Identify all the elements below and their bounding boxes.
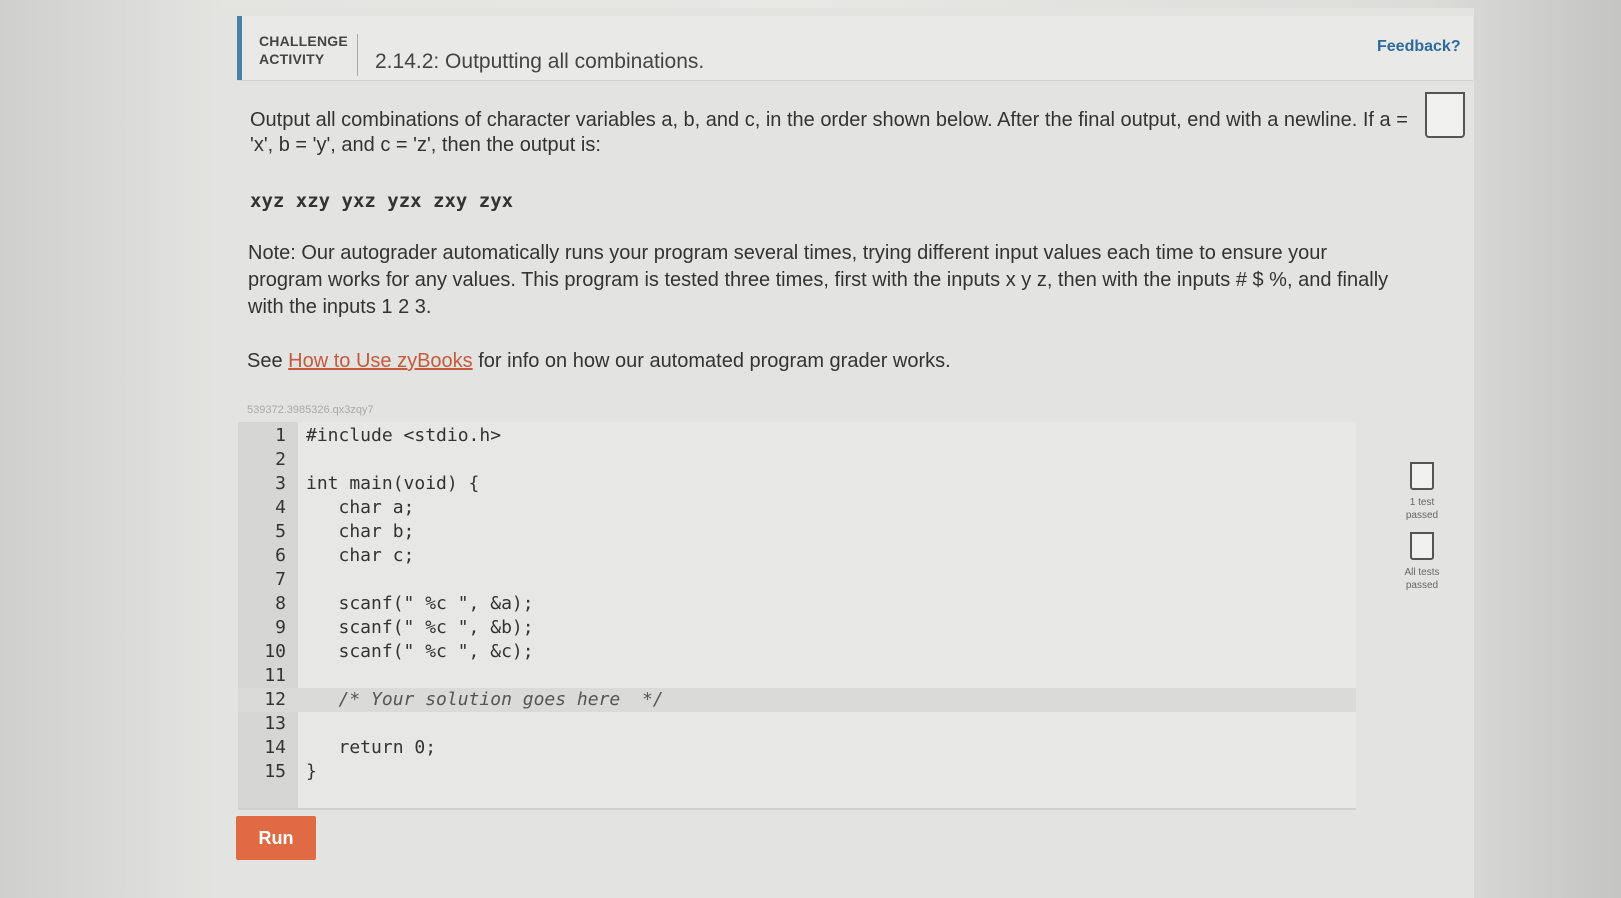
active-code-line[interactable]: 12 /* Your solution goes here */ <box>238 688 1356 712</box>
line-number: 10 <box>264 641 286 662</box>
code-line[interactable]: 8 scanf(" %c ", &a); <box>238 592 1356 616</box>
instructions: Output all combinations of character var… <box>250 108 1410 158</box>
code-text: } <box>306 761 317 782</box>
code-comment: /* Your solution goes here */ <box>306 689 664 710</box>
code-text: scanf(" %c ", &c); <box>306 641 534 662</box>
activity-header: CHALLENGE ACTIVITY 2.14.2: Outputting al… <box>237 16 1473 81</box>
line-number: 2 <box>275 449 286 470</box>
line-number: 9 <box>275 617 286 638</box>
line-number: 4 <box>275 497 286 518</box>
code-text: char c; <box>306 545 415 566</box>
line-number: 12 <box>264 689 286 710</box>
completion-check-icon <box>1425 92 1465 138</box>
all-tests-passed-icon <box>1410 532 1434 560</box>
test1-label: 1 test passed <box>1392 496 1452 522</box>
line-number: 11 <box>264 665 286 686</box>
line-number: 8 <box>275 593 286 614</box>
test-passed-icon <box>1410 462 1434 490</box>
see-suffix: for info on how our automated program gr… <box>472 350 951 372</box>
code-editor[interactable]: 1 #include <stdio.h> 2 3 int main(void) { … <box>238 422 1356 810</box>
run-button[interactable]: Run <box>236 816 316 860</box>
line-number: 5 <box>275 521 286 542</box>
line-number: 14 <box>264 737 286 758</box>
code-line[interactable]: 10 scanf(" %c ", &c); <box>238 640 1356 664</box>
test2-label: All tests passed <box>1392 566 1452 592</box>
instructions-line2: 'x', b = 'y', and c = 'z', then the outp… <box>250 134 601 156</box>
code-line[interactable]: 4 char a; <box>238 496 1356 520</box>
challenge-label-line2: ACTIVITY <box>259 51 325 67</box>
code-line[interactable]: 13 <box>238 712 1356 736</box>
instructions-line1: Output all combinations of character var… <box>250 109 1408 131</box>
challenge-label-line1: CHALLENGE <box>259 33 348 49</box>
code-line[interactable]: 11 <box>238 664 1356 688</box>
line-number: 1 <box>275 425 286 446</box>
help-reference: See How to Use zyBooks for info on how o… <box>247 350 951 373</box>
line-number: 3 <box>275 473 286 494</box>
code-line[interactable]: 3 int main(void) { <box>238 472 1356 496</box>
line-number: 6 <box>275 545 286 566</box>
code-line[interactable]: 5 char b; <box>238 520 1356 544</box>
code-text: #include <stdio.h> <box>306 425 502 446</box>
code-text: char b; <box>306 521 415 542</box>
code-line[interactable]: 15} <box>238 760 1356 784</box>
note-line1: Note: Our autograder automatically runs … <box>248 242 1328 264</box>
code-line[interactable]: 2 <box>238 448 1356 472</box>
autograder-note: Note: Our autograder automatically runs … <box>248 240 1398 321</box>
line-number: 13 <box>264 713 286 734</box>
header-accent-bar <box>237 16 242 80</box>
code-id: 539372.3985326.qx3zqy7 <box>247 404 374 416</box>
code-text: scanf(" %c ", &a); <box>306 593 534 614</box>
code-line[interactable]: 1 #include <stdio.h> <box>238 424 1356 448</box>
challenge-activity-label: CHALLENGE ACTIVITY <box>259 32 348 68</box>
line-number: 15 <box>264 761 286 782</box>
code-line[interactable]: 9 scanf(" %c ", &b); <box>238 616 1356 640</box>
test2-label-line2: passed <box>1405 580 1439 591</box>
note-line2: program works for any values. This progr… <box>248 269 1389 291</box>
feedback-link[interactable]: Feedback? <box>1377 38 1461 56</box>
test2-label-line1: All tests <box>1404 567 1440 578</box>
code-text: return 0; <box>306 737 437 758</box>
test1-label-line1: 1 test <box>1409 497 1435 508</box>
see-prefix: See <box>247 350 289 372</box>
code-line[interactable]: 7 <box>238 568 1356 592</box>
code-text: char a; <box>306 497 415 518</box>
code-line[interactable]: 6 char c; <box>238 544 1356 568</box>
code-text: int main(void) { <box>306 473 480 494</box>
activity-title: 2.14.2: Outputting all combinations. <box>375 50 705 73</box>
line-number: 7 <box>275 569 286 590</box>
example-output: xyz xzy yxz yzx zxy zyx <box>250 190 514 212</box>
test1-label-line2: passed <box>1405 510 1439 521</box>
test-status-panel: 1 test passed All tests passed <box>1392 462 1452 602</box>
code-line[interactable]: 14 return 0; <box>238 736 1356 760</box>
how-to-use-zybooks-link[interactable]: How to Use zyBooks <box>288 350 473 372</box>
header-divider <box>357 34 358 76</box>
code-text: scanf(" %c ", &b); <box>306 617 534 638</box>
note-line3: with the inputs 1 2 3. <box>248 296 432 318</box>
